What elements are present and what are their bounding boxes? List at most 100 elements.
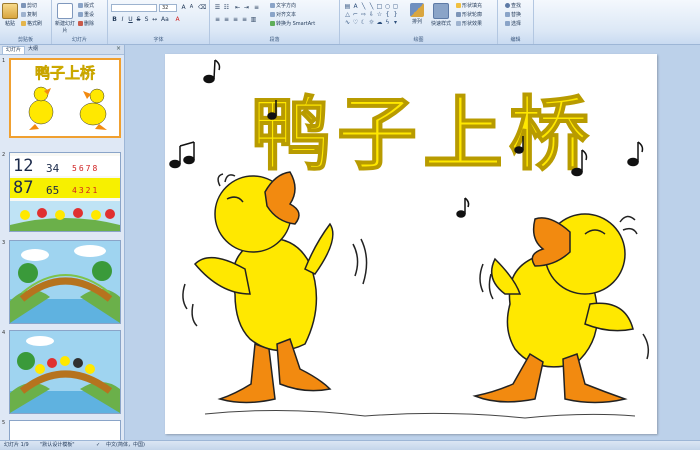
replace-button[interactable]: 替换: [505, 12, 521, 18]
shadow-button[interactable]: S: [143, 16, 150, 23]
increase-indent-button[interactable]: ⇥: [243, 4, 250, 11]
slide-number: 1: [2, 58, 6, 64]
rounded-rect-shape-icon[interactable]: ▢: [392, 3, 399, 10]
font-color-button[interactable]: A: [174, 16, 181, 23]
scissors-icon: [21, 3, 26, 8]
font-name-combo[interactable]: [111, 4, 157, 12]
find-button[interactable]: 查找: [505, 3, 521, 9]
slide-thumbnail-3[interactable]: [9, 240, 121, 324]
align-left-button[interactable]: ≡: [214, 16, 221, 23]
close-panel-icon[interactable]: ×: [116, 45, 121, 52]
effects-icon: [456, 21, 461, 26]
new-slide-button[interactable]: 新建幻灯片: [55, 3, 75, 34]
grow-font-button[interactable]: A: [180, 4, 187, 11]
layout-button[interactable]: 版式: [78, 3, 94, 9]
align-right-button[interactable]: ≡: [232, 16, 239, 23]
quick-styles-icon: [433, 3, 449, 19]
star-shape-icon[interactable]: ☆: [376, 11, 383, 18]
clipboard-icon: [2, 3, 18, 19]
spacing-button[interactable]: ↔: [151, 16, 158, 23]
thumb2-row1: 12 34 5678: [10, 156, 120, 176]
editing-group: 查找 替换 选择 编辑: [498, 0, 534, 44]
change-case-button[interactable]: Aa: [161, 16, 169, 23]
shape-outline-button[interactable]: 形状轮廓: [456, 12, 482, 18]
cut-button[interactable]: 剪切: [21, 3, 37, 9]
quick-styles-button[interactable]: 快速样式: [428, 3, 454, 27]
line-spacing-button[interactable]: ≡: [253, 4, 260, 11]
shrink-font-button[interactable]: A: [188, 4, 195, 11]
more-shapes-icon[interactable]: ▾: [392, 19, 399, 26]
bullets-button[interactable]: ☰: [214, 4, 221, 11]
left-duck-illustration: [182, 171, 368, 404]
curve-shape-icon[interactable]: ∿: [344, 19, 351, 26]
select-button[interactable]: 选择: [505, 21, 521, 27]
thumb4-bridge-art: [10, 331, 120, 413]
editing-group-label: 编辑: [510, 37, 521, 43]
reset-icon: [78, 12, 83, 17]
text-direction-button[interactable]: 文字方向: [270, 3, 296, 9]
thumb3-bridge-art: [10, 241, 120, 323]
line-shape-icon[interactable]: ╲: [360, 3, 367, 10]
lightning-shape-icon[interactable]: ϟ: [384, 19, 391, 26]
replace-icon: [505, 12, 510, 17]
thumb1-title: 鸭子上桥: [35, 64, 96, 82]
rect-shape-icon[interactable]: □: [376, 3, 383, 10]
elbow-shape-icon[interactable]: ⌐: [352, 11, 359, 18]
slide-number: 3: [2, 240, 6, 246]
smartart-button[interactable]: 转换为 SmartArt: [270, 21, 315, 27]
text-shape-icon[interactable]: A: [352, 3, 359, 10]
tab-slides[interactable]: 幻灯片: [2, 46, 26, 54]
drawing-group: ▤ A ╲ ╲ □ ○ ▢ △ ⌐ ⇨ ⇩ ☆ { } ∿ ♡ ☾ ☼ ☁ ϟ …: [340, 0, 498, 44]
align-text-button[interactable]: 对齐文本: [270, 12, 296, 18]
justify-button[interactable]: ≡: [241, 16, 248, 23]
paste-button[interactable]: 粘贴: [2, 3, 18, 27]
triangle-shape-icon[interactable]: △: [344, 11, 351, 18]
arrow-shape-icon[interactable]: ⇨: [360, 11, 367, 18]
brace-shape-icon[interactable]: {: [384, 11, 391, 18]
strikethrough-button[interactable]: S: [135, 16, 142, 23]
cursor-icon: [505, 21, 510, 26]
panel-tabs: 幻灯片 大纲 ×: [0, 45, 124, 55]
slides-panel: 幻灯片 大纲 × 1 鸭子上桥 2 12 34 5678 87 65 4321 …: [0, 45, 125, 440]
italic-button[interactable]: I: [119, 16, 126, 23]
shape-fill-button[interactable]: 形状填充: [456, 3, 482, 9]
slides-group: 新建幻灯片 版式 重设 删除 幻灯片: [52, 0, 108, 44]
slide-number: 5: [2, 420, 6, 426]
shape-effects-button[interactable]: 形状效果: [456, 21, 482, 27]
columns-button[interactable]: ▥: [250, 16, 257, 23]
brace2-shape-icon[interactable]: }: [392, 11, 399, 18]
slide-number: 2: [2, 152, 6, 158]
line2-shape-icon[interactable]: ╲: [368, 3, 375, 10]
bold-button[interactable]: B: [111, 16, 118, 23]
underline-button[interactable]: U: [127, 16, 134, 23]
layout-icon: [78, 3, 83, 8]
align-center-button[interactable]: ≡: [223, 16, 230, 23]
moon-shape-icon[interactable]: ☾: [360, 19, 367, 26]
slide-thumbnail-2[interactable]: 12 34 5678 87 65 4321: [9, 152, 121, 232]
cloud-shape-icon[interactable]: ☁: [376, 19, 383, 26]
sun-shape-icon[interactable]: ☼: [368, 19, 375, 26]
arrow2-shape-icon[interactable]: ⇩: [368, 11, 375, 18]
arrange-button[interactable]: 排列: [408, 3, 426, 25]
drawing-group-label: 绘图: [413, 37, 424, 43]
delete-button[interactable]: 删除: [78, 21, 94, 27]
tab-outline[interactable]: 大纲: [25, 46, 41, 53]
textbox-shape-icon[interactable]: ▤: [344, 3, 351, 10]
slide-title: 鸭子上桥: [251, 88, 595, 181]
ribbon: 粘贴 剪切 复制 格式刷 剪贴板 新建幻灯片 版式 重设 删除 幻灯片 32 A…: [0, 0, 700, 45]
font-size-combo[interactable]: 32: [159, 4, 177, 12]
heart-shape-icon[interactable]: ♡: [352, 19, 359, 26]
clear-format-button[interactable]: ⌫: [198, 4, 206, 11]
copy-button[interactable]: 复制: [21, 12, 37, 18]
slide-thumbnail-5[interactable]: [9, 420, 121, 440]
reset-button[interactable]: 重设: [78, 12, 94, 18]
align-text-icon: [270, 12, 275, 17]
current-slide[interactable]: 鸭子上桥: [165, 54, 657, 434]
decrease-indent-button[interactable]: ⇤: [234, 4, 241, 11]
oval-shape-icon[interactable]: ○: [384, 3, 391, 10]
font-group-label: 字体: [153, 37, 164, 43]
numbering-button[interactable]: ☷: [223, 4, 230, 11]
slide-thumbnail-1[interactable]: 鸭子上桥: [9, 58, 121, 138]
format-painter-button[interactable]: 格式刷: [21, 21, 42, 27]
slide-thumbnail-4[interactable]: [9, 330, 121, 414]
